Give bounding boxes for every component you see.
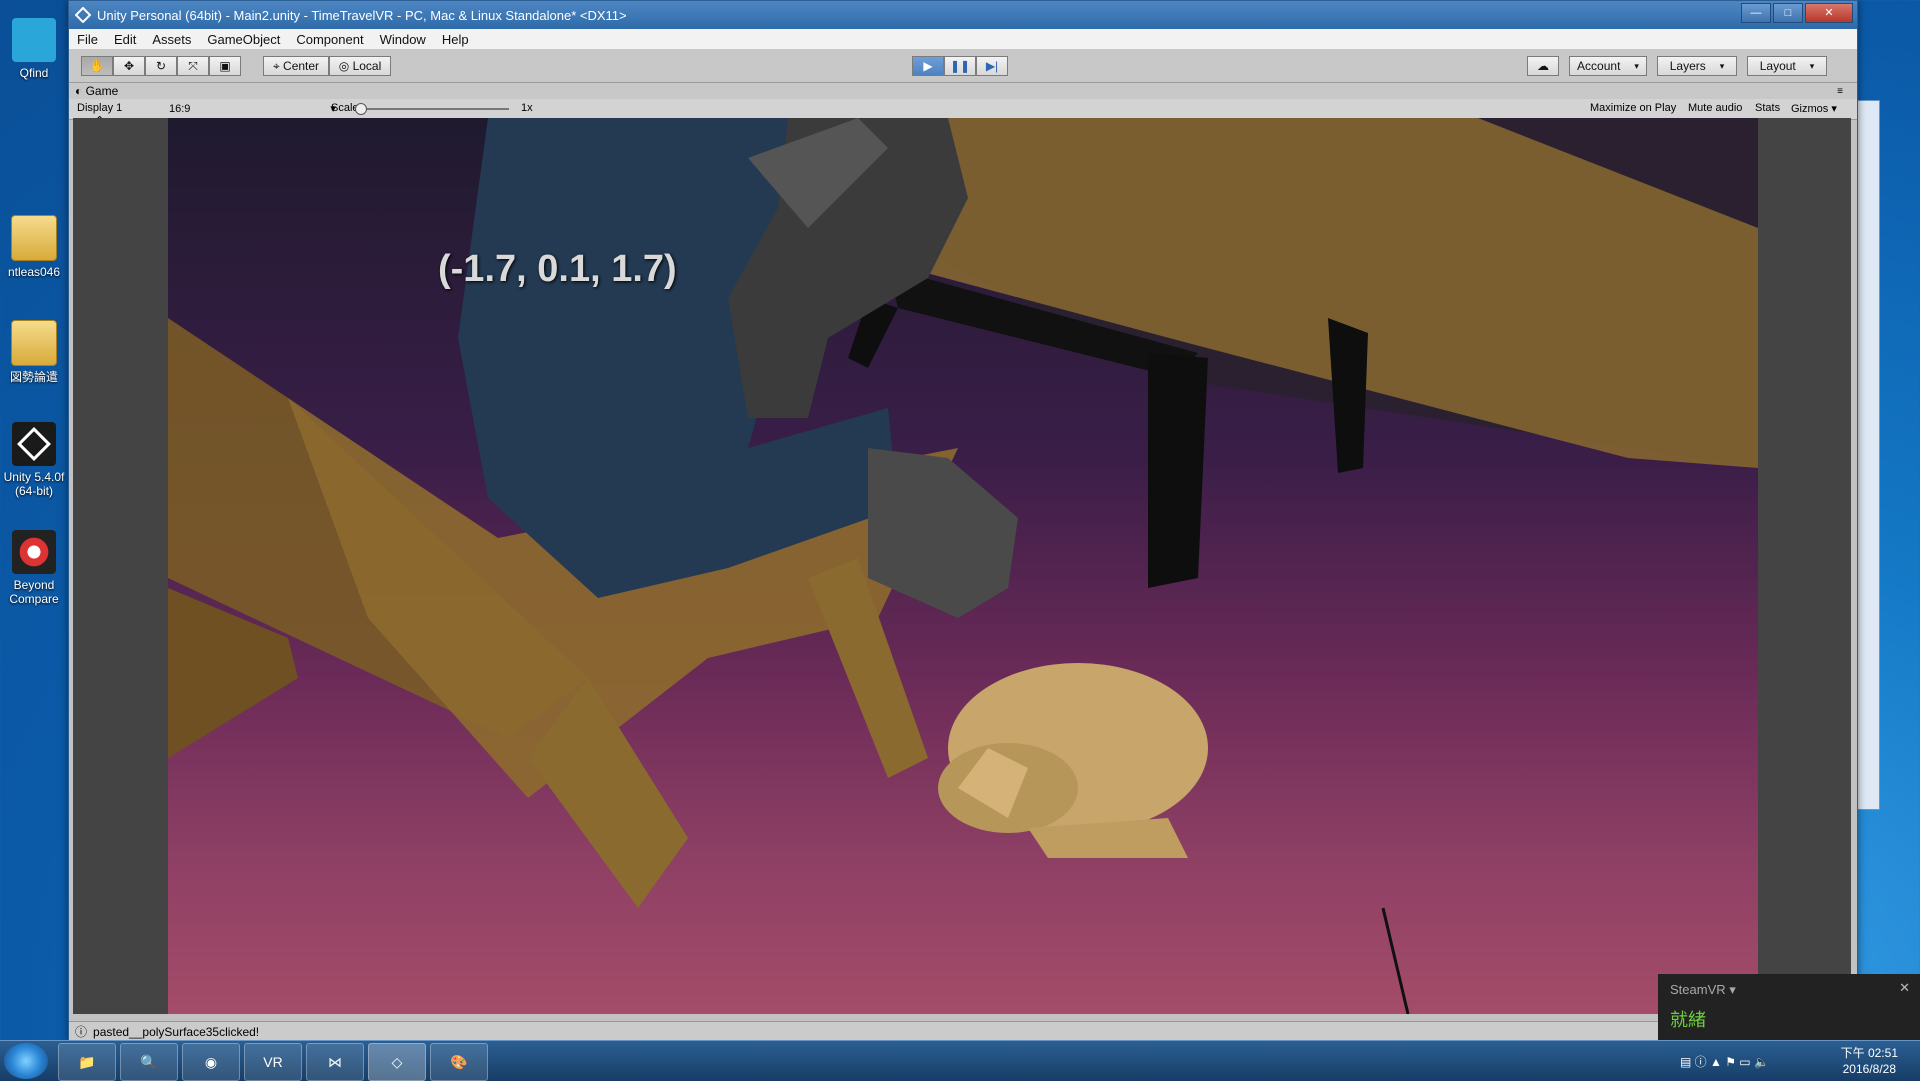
cloud-icon[interactable]: ☁ xyxy=(1527,56,1559,76)
pivot-local-button[interactable]: ◎ Local xyxy=(329,56,391,76)
taskbar-chrome[interactable]: ◉ xyxy=(182,1043,240,1081)
desk-leg xyxy=(1148,353,1208,588)
game-view-controls: Display 1 ⇕ 16:9▾ Scale 1x Maximize on P… xyxy=(69,99,1857,127)
taskbar-paint[interactable]: 🎨 xyxy=(430,1043,488,1081)
info-icon: ⓘ xyxy=(75,1025,88,1039)
scale-slider[interactable] xyxy=(355,103,509,115)
mute-audio-toggle[interactable]: Mute audio xyxy=(1688,102,1742,114)
rotate-tool-icon[interactable]: ↻ xyxy=(145,56,177,76)
start-button[interactable] xyxy=(4,1043,48,1079)
scale-value: 1x xyxy=(521,102,533,114)
menu-assets[interactable]: Assets xyxy=(144,32,199,47)
qfind-icon xyxy=(12,18,56,62)
unity-editor-window: Unity Personal (64bit) - Main2.unity - T… xyxy=(68,0,1858,1042)
status-bar[interactable]: ⓘ pasted__polySurface35clicked! xyxy=(69,1021,1857,1041)
transform-tools: ✋ ✥ ↻ ⤧ ▣ xyxy=(81,56,241,76)
person-shoe xyxy=(868,448,1018,618)
game-tab-bar: ◐ Game ≡ xyxy=(69,83,1857,99)
visual-studio-icon: ⋈ xyxy=(328,1053,342,1070)
taskbar-visual-studio[interactable]: ⋈ xyxy=(306,1043,364,1081)
steamvr-status: 就緒 xyxy=(1670,1010,1706,1030)
desktop-icon-unity[interactable]: Unity 5.4.0f (64-bit) xyxy=(0,422,68,498)
desktop-icon-qfind[interactable]: Qfind xyxy=(0,18,68,80)
scale-slider-thumb[interactable] xyxy=(355,103,367,115)
toolbar: ✋ ✥ ↻ ⤧ ▣ ⌖ Center ◎ Local ▶ ❚❚ ▶| ☁ Acc… xyxy=(69,50,1857,83)
local-icon: ◎ xyxy=(338,59,353,73)
folder-icon xyxy=(11,215,57,261)
pivot-center-button[interactable]: ⌖ Center xyxy=(263,56,329,76)
clock[interactable]: 下午 02:51 2016/8/28 xyxy=(1841,1045,1898,1077)
beyond-compare-icon xyxy=(12,530,56,574)
unity-icon: ◇ xyxy=(391,1053,403,1070)
chevron-down-icon: ▾ xyxy=(1634,60,1639,71)
move-tool-icon[interactable]: ✥ xyxy=(113,56,145,76)
steamvr-title[interactable]: SteamVR ▾ xyxy=(1670,982,1736,998)
search-icon: 🔍 xyxy=(140,1053,158,1070)
step-button[interactable]: ▶| xyxy=(976,56,1008,76)
minimize-button[interactable]: — xyxy=(1741,3,1771,23)
steamvr-notification: SteamVR ▾ ✕ 就緒 xyxy=(1658,974,1920,1040)
maximize-button[interactable]: □ xyxy=(1773,3,1803,23)
tab-menu-icon[interactable]: ≡ xyxy=(1837,86,1843,97)
taskbar: 📁 🔍 ◉ VR ⋈ ◇ 🎨 ▤ ⓘ ▲ ⚑ ▭ 🔈 下午 02:51 2016… xyxy=(0,1040,1920,1081)
unity-icon xyxy=(12,422,56,466)
taskbar-explorer[interactable]: 📁 xyxy=(58,1043,116,1081)
rect-tool-icon[interactable]: ▣ xyxy=(209,56,241,76)
scene-geometry xyxy=(168,118,1758,1014)
gizmos-dropdown[interactable]: Gizmos ▾ xyxy=(1791,102,1837,115)
pause-button[interactable]: ❚❚ xyxy=(944,56,976,76)
chrome-icon: ◉ xyxy=(204,1053,218,1070)
paint-icon: 🎨 xyxy=(450,1053,468,1070)
system-tray: ▤ ⓘ ▲ ⚑ ▭ 🔈 下午 02:51 2016/8/28 xyxy=(1670,1041,1920,1081)
unity-logo-icon xyxy=(75,7,91,23)
menu-window[interactable]: Window xyxy=(372,32,434,47)
right-toolbar: ☁ Account ▾ Layers ▾ Layout ▾ xyxy=(1527,56,1827,76)
taskbar-qfind[interactable]: 🔍 xyxy=(120,1043,178,1081)
maximize-on-play-toggle[interactable]: Maximize on Play xyxy=(1590,102,1676,114)
taskbar-vr[interactable]: VR xyxy=(244,1043,302,1081)
hand-tool-icon[interactable]: ✋ xyxy=(81,56,113,76)
desktop-icon-ntleas[interactable]: ntleas046 xyxy=(0,215,68,279)
vr-icon: VR xyxy=(263,1054,283,1070)
layout-dropdown[interactable]: Layout ▾ xyxy=(1747,56,1827,76)
game-scene-render[interactable]: (-1.7, 0.1, 1.7) xyxy=(168,118,1758,1014)
menu-gameobject[interactable]: GameObject xyxy=(199,32,288,47)
layers-dropdown[interactable]: Layers ▾ xyxy=(1657,56,1737,76)
folder-icon xyxy=(11,320,57,366)
coordinate-overlay: (-1.7, 0.1, 1.7) xyxy=(438,248,677,290)
account-dropdown[interactable]: Account ▾ xyxy=(1569,56,1647,76)
center-icon: ⌖ xyxy=(272,58,284,73)
window-title: Unity Personal (64bit) - Main2.unity - T… xyxy=(97,7,627,23)
game-tab[interactable]: ◐ Game xyxy=(75,84,118,98)
desktop-icon-beyond-compare[interactable]: Beyond Compare xyxy=(0,530,68,606)
tray-icons[interactable]: ▤ ⓘ ▲ ⚑ ▭ 🔈 xyxy=(1680,1053,1769,1070)
pivot-toggles: ⌖ Center ◎ Local xyxy=(263,56,391,76)
play-button[interactable]: ▶ xyxy=(912,56,944,76)
title-bar[interactable]: Unity Personal (64bit) - Main2.unity - T… xyxy=(69,1,1857,29)
close-button[interactable]: ✕ xyxy=(1805,3,1853,23)
close-icon[interactable]: ✕ xyxy=(1899,980,1910,996)
menu-component[interactable]: Component xyxy=(288,32,371,47)
taskbar-unity[interactable]: ◇ xyxy=(368,1043,426,1081)
window-controls: — □ ✕ xyxy=(1741,3,1853,23)
menu-edit[interactable]: Edit xyxy=(106,32,144,47)
game-viewport[interactable]: (-1.7, 0.1, 1.7) xyxy=(73,118,1851,1014)
chevron-down-icon: ▾ xyxy=(1719,60,1725,71)
menu-help[interactable]: Help xyxy=(434,32,477,47)
stats-toggle[interactable]: Stats xyxy=(1755,102,1780,114)
sleeping-cat xyxy=(938,663,1208,858)
scale-tool-icon[interactable]: ⤧ xyxy=(177,56,209,76)
desktop-icon-folder2[interactable]: 図勢論遣 xyxy=(0,320,68,384)
status-message: pasted__polySurface35clicked! xyxy=(93,1024,260,1039)
background-window[interactable] xyxy=(1856,100,1880,810)
menu-bar: File Edit Assets GameObject Component Wi… xyxy=(69,29,1857,50)
play-controls: ▶ ❚❚ ▶| xyxy=(912,56,1008,76)
aspect-dropdown[interactable]: 16:9 ▾ xyxy=(169,102,336,115)
chevron-down-icon: ▾ xyxy=(1809,60,1815,71)
folder-icon: 📁 xyxy=(78,1053,96,1070)
menu-file[interactable]: File xyxy=(69,32,106,47)
